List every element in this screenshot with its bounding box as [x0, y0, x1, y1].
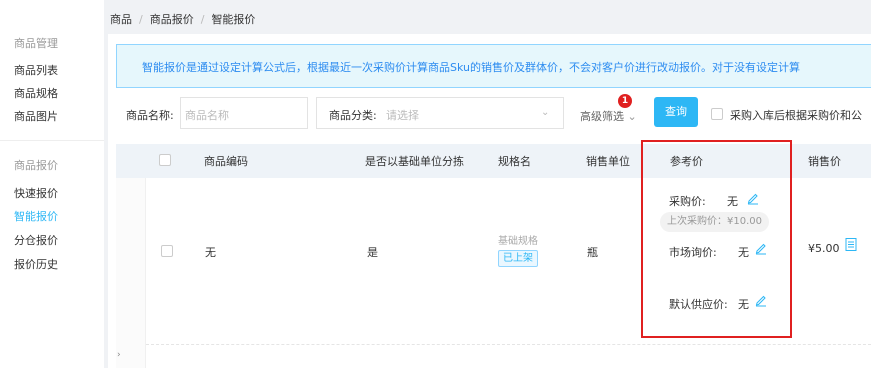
header-spec-name: 规格名: [498, 155, 531, 168]
row-code: 无: [205, 246, 216, 259]
chevron-down-icon: ⌄: [627, 110, 637, 123]
breadcrumb-smart-quote: 智能报价: [211, 13, 256, 26]
row-split-base-unit: 是: [367, 246, 378, 259]
sidebar-item-warehouse-quote[interactable]: 分仓报价: [14, 232, 58, 248]
sidebar-item-quick-quote[interactable]: 快速报价: [14, 185, 58, 201]
sidebar-item-goods-list[interactable]: 商品列表: [14, 62, 58, 78]
sidebar-divider: [0, 140, 104, 141]
breadcrumb-quote[interactable]: 商品报价: [150, 13, 194, 26]
sidebar: 商品管理 商品列表 商品规格 商品图片 商品报价 快速报价 智能报价 分仓报价 …: [0, 0, 104, 368]
sidebar-item-smart-quote[interactable]: 智能报价: [14, 208, 58, 224]
table-gutter: [116, 178, 146, 368]
sidebar-group-title-quote: 商品报价: [14, 159, 58, 172]
advanced-filter-label: 高级筛选: [580, 110, 624, 123]
breadcrumb: 商品 / 商品报价 / 智能报价: [110, 13, 256, 26]
header-code: 商品编码: [204, 155, 248, 168]
status-badge: 已上架: [498, 250, 538, 267]
info-notice-text: 智能报价是通过设定计算公式后，根据最近一次采购价计算商品Sku的销售价及群体价，…: [142, 61, 800, 74]
document-icon[interactable]: [845, 238, 857, 251]
category-select[interactable]: 商品分类: 请选择 ⌄: [316, 97, 564, 129]
name-filter-label: 商品名称:: [126, 109, 174, 122]
header-sale-unit: 销售单位: [586, 155, 630, 168]
row-sale-price: ¥5.00: [808, 242, 840, 255]
info-notice: 智能报价是通过设定计算公式后，根据最近一次采购价计算商品Sku的销售价及群体价，…: [116, 44, 871, 88]
query-button[interactable]: 查询: [654, 97, 698, 127]
sidebar-item-goods-images[interactable]: 商品图片: [14, 108, 58, 124]
sync-price-checkbox[interactable]: [711, 108, 723, 120]
sidebar-item-quote-history[interactable]: 报价历史: [14, 256, 58, 272]
row-checkbox[interactable]: [161, 245, 173, 257]
category-placeholder: 请选择: [386, 109, 419, 122]
name-filter-placeholder: 商品名称: [185, 109, 229, 122]
sidebar-group-title-goods: 商品管理: [14, 37, 58, 50]
row-divider: [146, 344, 871, 345]
select-all-checkbox[interactable]: [159, 154, 171, 166]
name-filter-input[interactable]: 商品名称: [180, 97, 308, 129]
sync-price-label: 采购入库后根据采购价和公: [730, 109, 862, 122]
filter-count-badge: 1: [618, 94, 632, 108]
advanced-filter-toggle[interactable]: 高级筛选 ⌄: [580, 108, 637, 124]
header-split-base-unit: 是否以基础单位分拣: [365, 155, 464, 168]
header-sale-price: 销售价: [808, 155, 841, 168]
scroll-mark: ›: [117, 350, 121, 360]
chevron-down-icon: ⌄: [541, 107, 550, 118]
highlight-box: [641, 140, 792, 338]
breadcrumb-goods[interactable]: 商品: [110, 13, 132, 26]
category-filter-label: 商品分类:: [329, 109, 377, 122]
row-sale-unit: 瓶: [587, 246, 598, 259]
row-spec-name: 基础规格: [498, 236, 538, 247]
sidebar-item-goods-spec[interactable]: 商品规格: [14, 85, 58, 101]
